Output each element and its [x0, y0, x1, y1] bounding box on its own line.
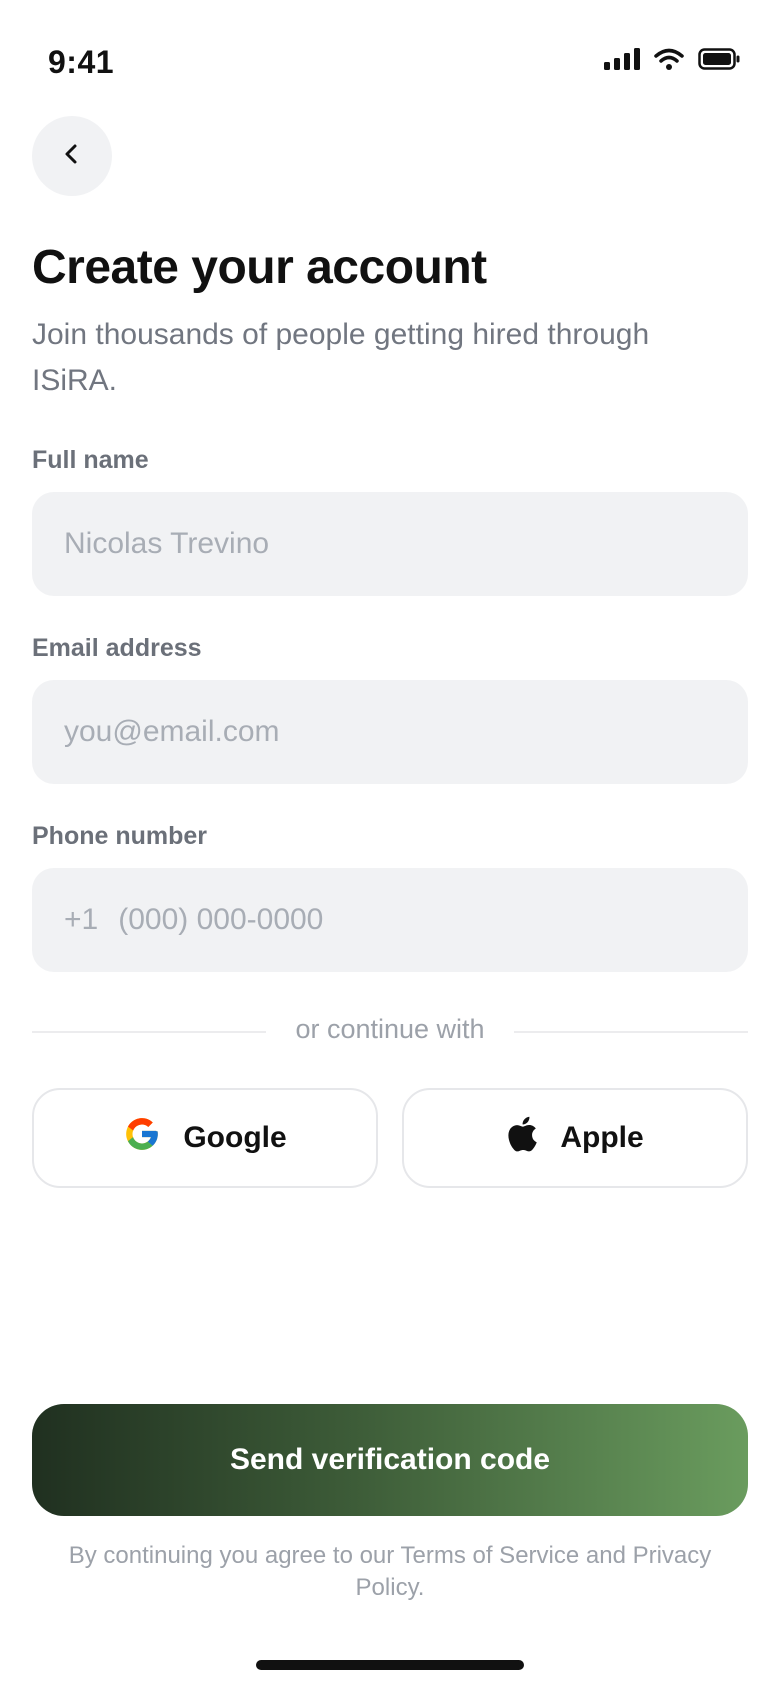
legal-text: By continuing you agree to our Terms of … [68, 1542, 712, 1601]
back-button[interactable] [32, 116, 112, 196]
status-time: 9:41 [48, 44, 115, 80]
signup-screen: 9:41 Create your account Join thousands … [0, 0, 780, 1688]
google-button-label: Google [183, 1121, 287, 1154]
phone-label: Phone number [32, 822, 208, 850]
send-verification-code-button[interactable]: Send verification code [32, 1404, 748, 1516]
google-button[interactable]: Google [32, 1088, 378, 1188]
social-divider: or continue with [32, 1012, 748, 1052]
page-subtitle: Join thousands of people getting hired t… [32, 318, 650, 397]
home-indicator [256, 1660, 524, 1670]
apple-button-label: Apple [560, 1121, 644, 1154]
divider-text: or continue with [295, 1014, 485, 1044]
email-input[interactable] [32, 680, 748, 784]
country-code[interactable]: +1 [64, 903, 98, 937]
battery-icon [698, 48, 740, 70]
divider-line-right [514, 1031, 748, 1033]
apple-icon [506, 1116, 538, 1160]
full-name-label: Full name [32, 446, 149, 474]
google-icon [123, 1115, 161, 1161]
signal-icon [604, 48, 640, 70]
wifi-icon [654, 48, 684, 70]
apple-button[interactable]: Apple [402, 1088, 748, 1188]
page-title: Create your account [32, 241, 487, 294]
phone-input[interactable] [118, 903, 716, 937]
email-label: Email address [32, 634, 202, 662]
status-icons [604, 48, 740, 70]
phone-field: +1 [32, 868, 748, 972]
full-name-input[interactable] [32, 492, 748, 596]
back-chevron-icon [58, 140, 86, 173]
